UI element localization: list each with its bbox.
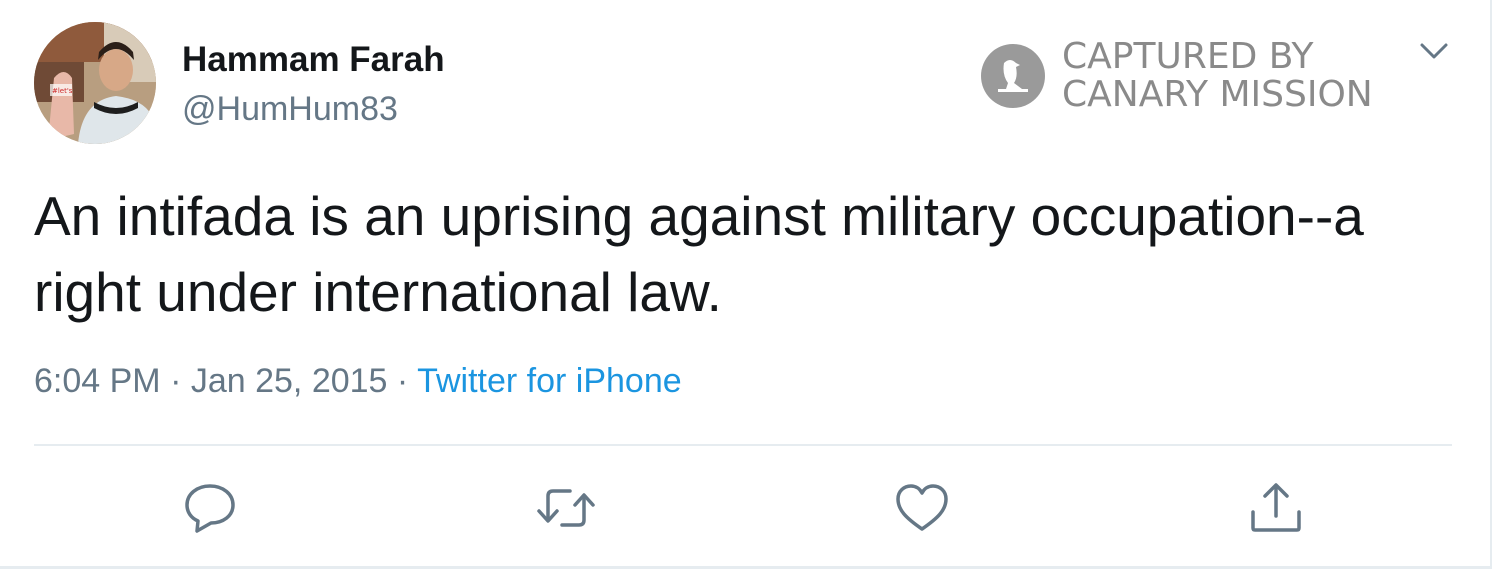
author-name[interactable]: Hammam Farah [182,40,445,80]
tweet-text: An intifada is an uprising against milit… [34,185,1364,323]
canary-bird-icon [981,44,1045,108]
tweet-time[interactable]: 6:04 PM [34,362,161,400]
share-icon [1251,483,1301,532]
retweet-button[interactable] [536,482,595,534]
reply-icon [185,484,235,533]
share-button[interactable] [1248,482,1304,534]
tweet-meta: 6:04 PM · Jan 25, 2015 · Twitter for iPh… [34,362,682,401]
watermark-line1: CAPTURED BY [1062,36,1314,77]
author-handle[interactable]: @HumHum83 [182,90,398,129]
like-button[interactable] [894,482,950,534]
watermark-line2: CANARY MISSION [1062,74,1373,115]
avatar[interactable]: #let's [34,22,156,144]
reply-button[interactable] [182,482,238,534]
meta-separator: · [160,362,191,400]
meta-separator: · [387,362,418,400]
divider [34,444,1452,446]
heart-icon [896,484,948,531]
watermark-text: CAPTURED BY CANARY MISSION [1062,38,1373,114]
svg-text:#let's: #let's [52,87,73,95]
tweet-source-link[interactable]: Twitter for iPhone [417,362,682,400]
avatar-image: #let's [34,22,156,144]
retweet-icon [537,489,595,527]
tweet-card: #let's Hammam Farah @HumHum83 CAPTURED B… [0,0,1492,569]
watermark: CAPTURED BY CANARY MISSION [980,38,1373,114]
chevron-down-icon[interactable] [1418,38,1450,64]
tweet-date[interactable]: Jan 25, 2015 [191,362,388,400]
